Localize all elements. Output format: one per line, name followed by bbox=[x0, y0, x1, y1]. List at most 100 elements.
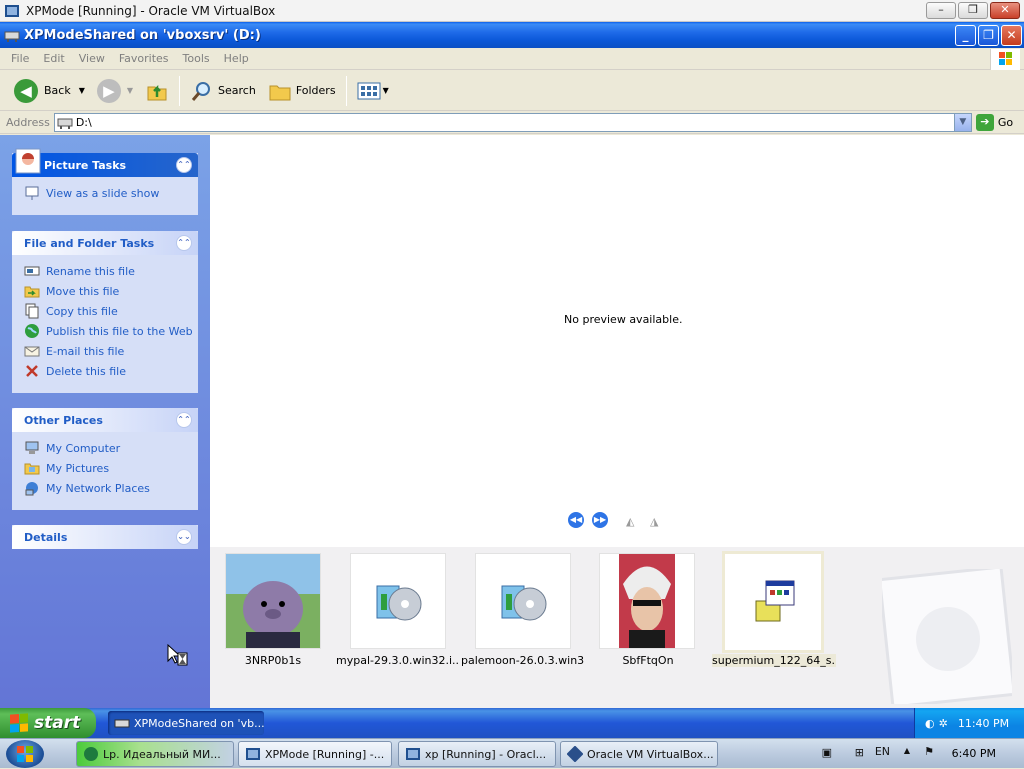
file-name-label[interactable]: mypal-29.3.0.win32.i... bbox=[336, 654, 460, 667]
search-icon bbox=[191, 81, 211, 101]
picture-tasks-header[interactable]: Picture Tasks ⌃⌃ bbox=[12, 148, 198, 177]
tray-network-icon[interactable]: ✲ bbox=[939, 717, 948, 730]
details-header[interactable]: Details ⌄⌄ bbox=[12, 525, 198, 549]
language-indicator[interactable]: EN bbox=[875, 745, 890, 758]
picture-watermark-icon bbox=[882, 569, 1012, 704]
menu-view[interactable]: View bbox=[72, 52, 112, 65]
installer-package-icon bbox=[501, 585, 547, 621]
forward-button[interactable]: ▶ ▼ bbox=[91, 74, 139, 108]
file-name-label[interactable]: 3NRP0b1s bbox=[211, 654, 335, 667]
host-clock[interactable]: 6:40 PM bbox=[952, 747, 996, 760]
tray-grid-icon[interactable]: ⊞ bbox=[855, 746, 864, 759]
explorer-titlebar[interactable]: XPModeShared on 'vboxsrv' (D:) _ ❐ ✕ bbox=[0, 22, 1024, 48]
file-folder-tasks-header[interactable]: File and Folder Tasks ⌃⌃ bbox=[12, 231, 198, 255]
file-name-label[interactable]: palemoon-26.0.3.win3... bbox=[461, 654, 585, 667]
host-task-xp[interactable]: xp [Running] - Oracl... bbox=[398, 741, 556, 767]
host-task-label: Lp. Идеальный МИ... bbox=[103, 747, 221, 761]
place-label: My Pictures bbox=[46, 461, 110, 475]
menu-file[interactable]: File bbox=[4, 52, 36, 65]
file-name-label-selected[interactable]: supermium_122_64_s... bbox=[712, 654, 836, 667]
expand-chevron-icon[interactable]: ⌄⌄ bbox=[176, 529, 192, 545]
file-thumbnail-selected[interactable] bbox=[722, 551, 824, 653]
file-thumbnail[interactable] bbox=[599, 553, 695, 649]
search-button[interactable]: Search bbox=[184, 74, 262, 108]
place-label: My Computer bbox=[46, 441, 121, 455]
collapse-chevron-icon[interactable]: ⌃⌃ bbox=[176, 412, 192, 428]
pictures-folder-icon bbox=[24, 460, 40, 476]
go-button[interactable]: ➔ Go bbox=[975, 114, 1014, 131]
task-label: Move this file bbox=[46, 284, 120, 298]
taskbar-item-explorer[interactable]: XPModeShared on 'vb... bbox=[108, 711, 264, 735]
host-task-label: XPMode [Running] -... bbox=[265, 747, 385, 761]
windows-logo-icon bbox=[990, 49, 1020, 70]
host-minimize-button[interactable]: – bbox=[926, 2, 956, 19]
host-task-xpmode[interactable]: XPMode [Running] -... bbox=[238, 741, 392, 767]
details-title: Details bbox=[24, 530, 68, 544]
place-my-network[interactable]: My Network Places bbox=[24, 478, 198, 498]
menu-tools[interactable]: Tools bbox=[176, 52, 217, 65]
host-task-browser[interactable]: Lp. Идеальный МИ... bbox=[76, 741, 234, 767]
host-task-virtualbox-manager[interactable]: Oracle VM VirtualBox... bbox=[560, 741, 718, 767]
back-arrow-icon: ◀ bbox=[14, 78, 38, 103]
menu-bar: File Edit View Favorites Tools Help bbox=[0, 48, 1024, 70]
forward-dropdown-icon[interactable]: ▼ bbox=[127, 86, 133, 95]
task-publish-web[interactable]: Publish this file to the Web bbox=[24, 321, 198, 341]
windows-flag-icon bbox=[10, 713, 28, 733]
task-delete-file[interactable]: Delete this file bbox=[24, 361, 198, 381]
explorer-restore-button[interactable]: ❐ bbox=[978, 25, 999, 46]
virtualbox-icon bbox=[5, 4, 19, 17]
other-places-header[interactable]: Other Places ⌃⌃ bbox=[12, 408, 198, 432]
back-button[interactable]: ◀ Back ▼ bbox=[8, 74, 91, 108]
up-folder-button[interactable] bbox=[139, 74, 175, 108]
menu-help[interactable]: Help bbox=[217, 52, 256, 65]
flag-notification-icon[interactable]: ⚑ bbox=[924, 745, 934, 758]
folders-icon bbox=[269, 85, 291, 100]
image-preview-area: No preview available. ◀◀ ▶▶ ◭ ◮ bbox=[210, 135, 1024, 547]
globe-icon bbox=[24, 323, 40, 339]
address-dropdown-icon[interactable]: ▼ bbox=[953, 114, 971, 131]
menu-edit[interactable]: Edit bbox=[36, 52, 71, 65]
explorer-minimize-button[interactable]: _ bbox=[955, 25, 976, 46]
show-hidden-icons-icon[interactable]: ▲ bbox=[904, 746, 910, 755]
start-button[interactable]: start bbox=[0, 708, 96, 738]
rotate-counterclockwise-icon[interactable]: ◮ bbox=[650, 515, 658, 528]
menu-favorites[interactable]: Favorites bbox=[112, 52, 176, 65]
task-email-file[interactable]: E-mail this file bbox=[24, 341, 198, 361]
network-icon bbox=[24, 480, 40, 496]
task-move-file[interactable]: Move this file bbox=[24, 281, 198, 301]
place-my-computer[interactable]: My Computer bbox=[24, 438, 198, 458]
file-thumbnail[interactable] bbox=[350, 553, 446, 649]
go-label: Go bbox=[997, 116, 1014, 129]
explorer-close-button[interactable]: ✕ bbox=[1001, 25, 1022, 46]
task-view-slideshow[interactable]: View as a slide show bbox=[24, 183, 198, 203]
address-input[interactable]: D:\ ▼ bbox=[53, 113, 972, 132]
rotate-clockwise-icon[interactable]: ◭ bbox=[626, 515, 634, 528]
host-start-orb[interactable] bbox=[6, 740, 44, 768]
address-bar: Address D:\ ▼ ➔ Go bbox=[0, 112, 1024, 134]
place-my-pictures[interactable]: My Pictures bbox=[24, 458, 198, 478]
back-dropdown-icon[interactable]: ▼ bbox=[79, 86, 85, 95]
busy-cursor-icon bbox=[167, 643, 188, 666]
action-center-icon[interactable]: ▣ bbox=[822, 746, 832, 759]
next-image-button[interactable]: ▶▶ bbox=[592, 512, 608, 528]
host-close-button[interactable]: ✕ bbox=[990, 2, 1020, 19]
forward-arrow-icon: ▶ bbox=[96, 78, 121, 103]
collapse-chevron-icon[interactable]: ⌃⌃ bbox=[176, 157, 192, 173]
address-label: Address bbox=[6, 116, 50, 129]
folders-button[interactable]: Folders bbox=[262, 74, 342, 108]
host-window-titlebar[interactable]: XPMode [Running] - Oracle VM VirtualBox … bbox=[0, 0, 1024, 22]
start-label: start bbox=[34, 713, 81, 733]
file-thumbnail[interactable] bbox=[225, 553, 321, 649]
delete-icon bbox=[24, 363, 40, 379]
previous-image-button[interactable]: ◀◀ bbox=[568, 512, 584, 528]
task-rename-file[interactable]: Rename this file bbox=[24, 261, 198, 281]
collapse-chevron-icon[interactable]: ⌃⌃ bbox=[176, 235, 192, 251]
file-name-label[interactable]: SbfFtqOn bbox=[586, 654, 710, 667]
task-copy-file[interactable]: Copy this file bbox=[24, 301, 198, 321]
other-places-panel: Other Places ⌃⌃ My Computer My Pictures … bbox=[12, 408, 198, 510]
computer-icon bbox=[24, 440, 40, 456]
views-button[interactable]: ▼ bbox=[351, 74, 395, 108]
tray-app-icon[interactable]: ◐ bbox=[925, 717, 935, 730]
host-restore-button[interactable]: ❐ bbox=[958, 2, 988, 19]
file-thumbnail[interactable] bbox=[475, 553, 571, 649]
